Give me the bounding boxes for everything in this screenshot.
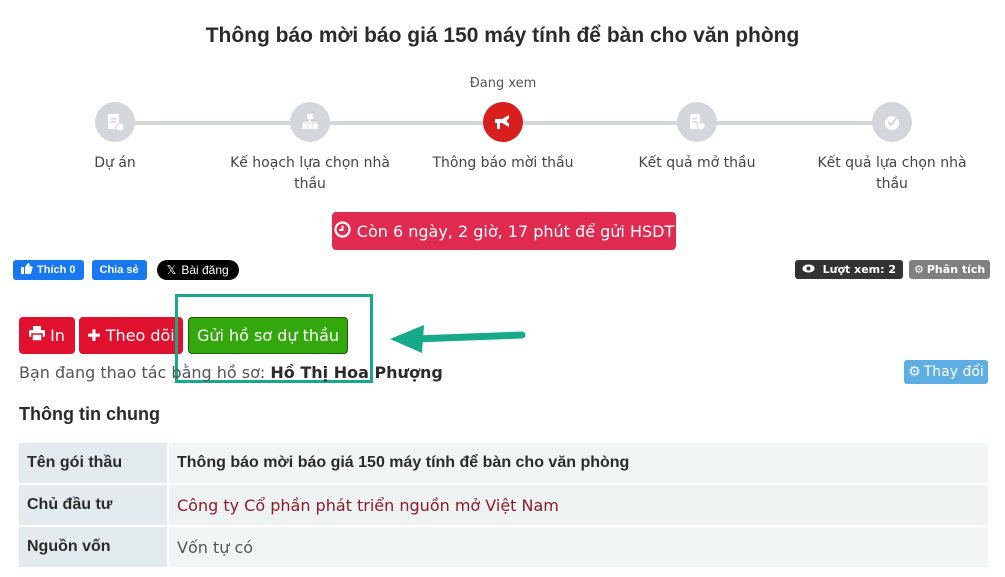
facebook-like-button[interactable]: Thích 0 bbox=[13, 260, 84, 280]
step-label: Thông báo mời thầu bbox=[432, 155, 574, 171]
submission-countdown: Còn 6 ngày, 2 giờ, 17 phút để gửi HSDT bbox=[332, 212, 676, 250]
row-key: Tên gói thầu bbox=[19, 443, 169, 483]
submit-bid-button[interactable]: Gửi hồ sơ dự thầu bbox=[188, 317, 348, 354]
page-title: Thông báo mời báo giá 150 máy tính để bà… bbox=[205, 24, 800, 47]
row-value: Vốn tự có bbox=[169, 527, 988, 567]
step-plan[interactable]: Kế hoạch lựa chọn nhà thầu bbox=[220, 102, 400, 195]
active-profile-info: Bạn đang thao tác bằng hồ sơ: Hồ Thị Hoa… bbox=[19, 363, 443, 382]
row-key: Chủ đầu tư bbox=[19, 485, 169, 525]
badge-check-icon bbox=[872, 102, 912, 142]
table-row: Chủ đầu tư Công ty Cổ phần phát triển ng… bbox=[19, 485, 988, 525]
follow-button[interactable]: ✚ Theo dõi bbox=[79, 317, 183, 354]
row-value: Thông báo mời báo giá 150 máy tính để bà… bbox=[169, 443, 988, 483]
printer-icon bbox=[29, 326, 46, 345]
social-buttons: Thích 0 Chia sẻ 𝕏 Bài đăng bbox=[13, 260, 239, 280]
section-title: Thông tin chung bbox=[19, 404, 160, 424]
investor-link[interactable]: Công ty Cổ phần phát triển nguồn mở Việt… bbox=[169, 485, 988, 525]
general-info-table: Tên gói thầu Thông báo mời báo giá 150 m… bbox=[19, 441, 988, 569]
step-label: Kết quả mở thầu bbox=[638, 155, 756, 171]
step-label: Kết quả lựa chọn nhà thầu bbox=[817, 155, 967, 192]
step-project[interactable]: Dự án bbox=[25, 102, 205, 174]
step-notice[interactable]: Thông báo mời thầu bbox=[413, 102, 593, 174]
facebook-share-button[interactable]: Chia sẻ bbox=[91, 260, 147, 280]
view-count-badge: Lượt xem: 2 bbox=[794, 260, 903, 279]
x-post-button[interactable]: 𝕏 Bài đăng bbox=[156, 260, 239, 280]
clock-icon bbox=[334, 220, 351, 242]
step-label: Dự án bbox=[94, 155, 136, 171]
change-profile-button[interactable]: ⚙ Thay đổi bbox=[904, 360, 988, 384]
step-opening-result[interactable]: Kết quả mở thầu bbox=[607, 102, 787, 174]
project-clipboard-icon bbox=[95, 102, 135, 142]
step-selection-result[interactable]: Kết quả lựa chọn nhà thầu bbox=[802, 102, 982, 195]
step-label: Kế hoạch lựa chọn nhà thầu bbox=[230, 155, 390, 192]
megaphone-icon bbox=[483, 102, 523, 142]
plus-icon: ✚ bbox=[87, 326, 101, 345]
row-key: Nguồn vốn bbox=[19, 527, 169, 567]
x-logo-icon: 𝕏 bbox=[166, 263, 177, 277]
table-row: Tên gói thầu Thông báo mời báo giá 150 m… bbox=[19, 443, 988, 483]
analysis-button[interactable]: ⚙ Phân tích bbox=[909, 260, 991, 279]
org-chart-icon bbox=[290, 102, 330, 142]
gear-icon: ⚙ bbox=[908, 364, 921, 380]
print-button[interactable]: In bbox=[19, 317, 75, 354]
thumbs-up-icon bbox=[21, 263, 33, 277]
countdown-text: Còn 6 ngày, 2 giờ, 17 phút để gửi HSDT bbox=[356, 221, 675, 241]
table-row: Nguồn vốn Vốn tự có bbox=[19, 527, 988, 567]
profile-name: Hồ Thị Hoa Phượng bbox=[270, 363, 443, 382]
gear-icon: ⚙ bbox=[914, 263, 924, 276]
clipboard-shield-icon bbox=[677, 102, 717, 142]
current-step-indicator: Đang xem bbox=[469, 76, 537, 91]
annotation-arrow-icon bbox=[390, 325, 526, 353]
eye-icon bbox=[802, 263, 815, 276]
